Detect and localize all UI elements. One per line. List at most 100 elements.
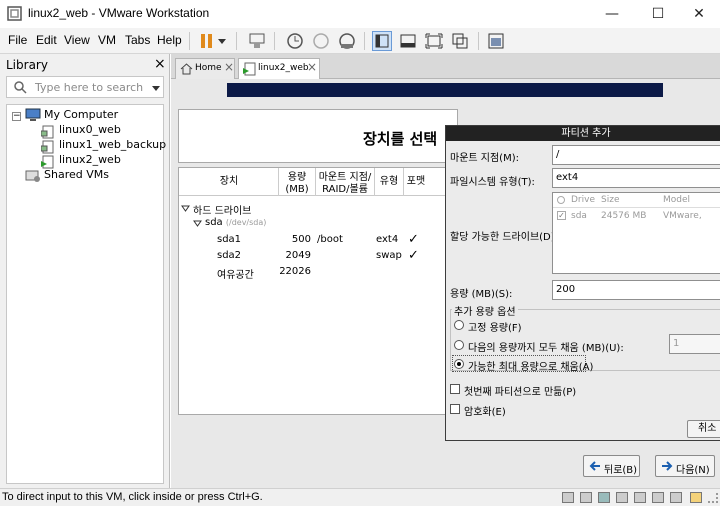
check-icon: ✓ xyxy=(408,232,419,247)
fill-upto-radio[interactable] xyxy=(454,340,464,350)
tree-hard-drives[interactable]: 하드 드라이브 xyxy=(193,202,251,217)
tab-close-icon[interactable]: × xyxy=(224,60,234,74)
column-mount[interactable]: 마운트 지점/ RAID/볼륨 xyxy=(316,172,374,196)
resize-grip-icon[interactable] xyxy=(708,493,718,503)
thumbnail-bar-icon[interactable] xyxy=(398,31,418,51)
revert-snapshot-icon[interactable] xyxy=(310,31,330,51)
tab-vm-label: linux2_web xyxy=(258,63,309,73)
heading-panel: 장치를 선택 xyxy=(178,109,458,163)
column-size[interactable]: 용량 (MB) xyxy=(279,172,315,196)
tree-item-linux1-web-backup[interactable]: linux1_web_backup xyxy=(59,138,166,151)
status-bar: To direct input to this VM, click inside… xyxy=(0,488,720,506)
tree-item-shared-vms[interactable]: Shared VMs xyxy=(44,168,109,181)
sda-label: sda xyxy=(205,217,223,228)
table-row[interactable]: sda1 500 /boot ext4 ✓ xyxy=(179,232,457,248)
size-input[interactable]: 200 xyxy=(552,280,720,300)
next-button[interactable]: 다음(N) xyxy=(655,455,715,477)
column-format[interactable]: 포맷 xyxy=(404,176,428,188)
arrow-right-icon xyxy=(661,460,673,475)
menu-bar: File Edit View VM Tabs Help xyxy=(0,28,720,54)
drive-model: VMware, xyxy=(663,211,702,221)
drives-list[interactable]: Drive Size Model ✓ sda 24576 MB VMware, xyxy=(552,192,720,274)
encrypt-checkbox[interactable] xyxy=(450,404,460,414)
drive-name: sda xyxy=(571,211,587,221)
tree-sda[interactable]: sda (/dev/sda) xyxy=(205,217,266,228)
cell-size: 500 xyxy=(291,234,311,245)
fixed-size-radio[interactable] xyxy=(454,320,464,330)
back-button-label: 뒤로(B) xyxy=(604,465,638,476)
message-icon[interactable] xyxy=(690,492,702,503)
fill-upto-label: 다음의 용량까지 모두 채움 (MB)(U): xyxy=(468,343,624,354)
hard-disk-icon[interactable] xyxy=(562,492,574,503)
expand-arrow-icon[interactable] xyxy=(193,218,202,231)
home-icon xyxy=(180,62,193,78)
collapse-icon[interactable]: − xyxy=(12,112,21,121)
back-button[interactable]: 뒤로(B) xyxy=(583,455,640,477)
drive-row[interactable]: ✓ sda 24576 MB VMware, xyxy=(553,209,720,223)
drives-col-model: Model xyxy=(663,195,691,205)
search-dropdown-icon[interactable] xyxy=(151,83,161,96)
power-dropdown-icon[interactable] xyxy=(216,31,228,51)
close-button[interactable]: ✕ xyxy=(676,0,720,28)
drive-checkbox[interactable]: ✓ xyxy=(557,211,566,220)
tree-item-linux0-web[interactable]: linux0_web xyxy=(59,123,121,136)
menu-file[interactable]: File xyxy=(8,33,27,47)
status-text: To direct input to this VM, click inside… xyxy=(2,491,263,503)
full-screen-icon[interactable] xyxy=(424,31,444,51)
filesystem-select[interactable]: ext4 xyxy=(552,168,720,188)
menu-tabs[interactable]: Tabs xyxy=(125,33,150,47)
cancel-button[interactable]: 취소 xyxy=(687,420,720,438)
search-icon xyxy=(13,80,27,97)
table-row[interactable]: 여유공간 22026 xyxy=(179,265,457,281)
send-ctrl-alt-del-icon[interactable] xyxy=(247,31,267,51)
tree-item-my-computer[interactable]: My Computer xyxy=(44,108,118,121)
pause-icon[interactable] xyxy=(197,31,217,51)
toolbar-separator xyxy=(364,32,365,50)
library-search-input[interactable]: Type here to search xyxy=(6,76,164,98)
column-type[interactable]: 유형 xyxy=(375,176,403,188)
expand-arrow-icon[interactable] xyxy=(181,203,190,216)
usb-icon[interactable] xyxy=(616,492,628,503)
cell-size: 22026 xyxy=(279,266,311,277)
unity-icon[interactable] xyxy=(450,31,470,51)
maximize-button[interactable]: ☐ xyxy=(635,0,681,28)
radio-dot xyxy=(457,362,461,366)
arrow-left-icon xyxy=(589,460,601,475)
snapshot-icon[interactable] xyxy=(284,31,304,51)
column-device[interactable]: 장치 xyxy=(209,176,249,188)
snapshot-manager-icon[interactable] xyxy=(336,31,356,51)
minimize-button[interactable]: — xyxy=(589,0,635,28)
network-icon[interactable] xyxy=(598,492,610,503)
cell-device: 여유공간 xyxy=(217,270,254,281)
cd-drive-icon[interactable] xyxy=(580,492,592,503)
library-panel: Library × Type here to search − My Compu… xyxy=(0,54,170,488)
window-title: linux2_web - VMware Workstation xyxy=(28,6,210,20)
menu-help[interactable]: Help xyxy=(157,33,182,47)
show-library-icon[interactable] xyxy=(372,31,392,51)
table-row[interactable]: sda2 2049 swap ✓ xyxy=(179,248,457,264)
tab-linux2-web[interactable]: linux2_web × xyxy=(238,58,320,80)
primary-partition-checkbox[interactable] xyxy=(450,384,460,394)
printer-icon[interactable] xyxy=(652,492,664,503)
menu-edit[interactable]: Edit xyxy=(36,33,57,47)
tab-close-icon[interactable]: × xyxy=(307,60,317,74)
display-icon[interactable] xyxy=(670,492,682,503)
tab-home[interactable]: Home × xyxy=(175,58,235,79)
console-view-icon[interactable] xyxy=(486,31,506,51)
toolbar-separator xyxy=(236,32,237,50)
vm-area: Home × linux2_web × 장치를 선택 장치 용량 (MB) 마운… xyxy=(171,54,720,488)
dialog-title: 파티션 추가 xyxy=(446,126,720,141)
menu-view[interactable]: View xyxy=(64,33,90,47)
mount-point-input[interactable]: / xyxy=(552,145,720,165)
sound-icon[interactable] xyxy=(634,492,646,503)
cell-device: sda1 xyxy=(217,234,242,245)
filesystem-label: 파일시스템 유형(T): xyxy=(450,177,535,188)
fill-upto-input[interactable]: 1 xyxy=(669,334,720,354)
menu-vm[interactable]: VM xyxy=(98,33,116,47)
cell-size: 2049 xyxy=(285,250,311,261)
tree-item-linux2-web[interactable]: linux2_web xyxy=(59,153,121,166)
drives-list-header: Drive Size Model xyxy=(553,193,720,208)
library-close-button[interactable]: × xyxy=(154,56,166,72)
encrypt-label: 암호화(E) xyxy=(464,407,506,418)
fill-max-radio[interactable] xyxy=(454,359,464,369)
